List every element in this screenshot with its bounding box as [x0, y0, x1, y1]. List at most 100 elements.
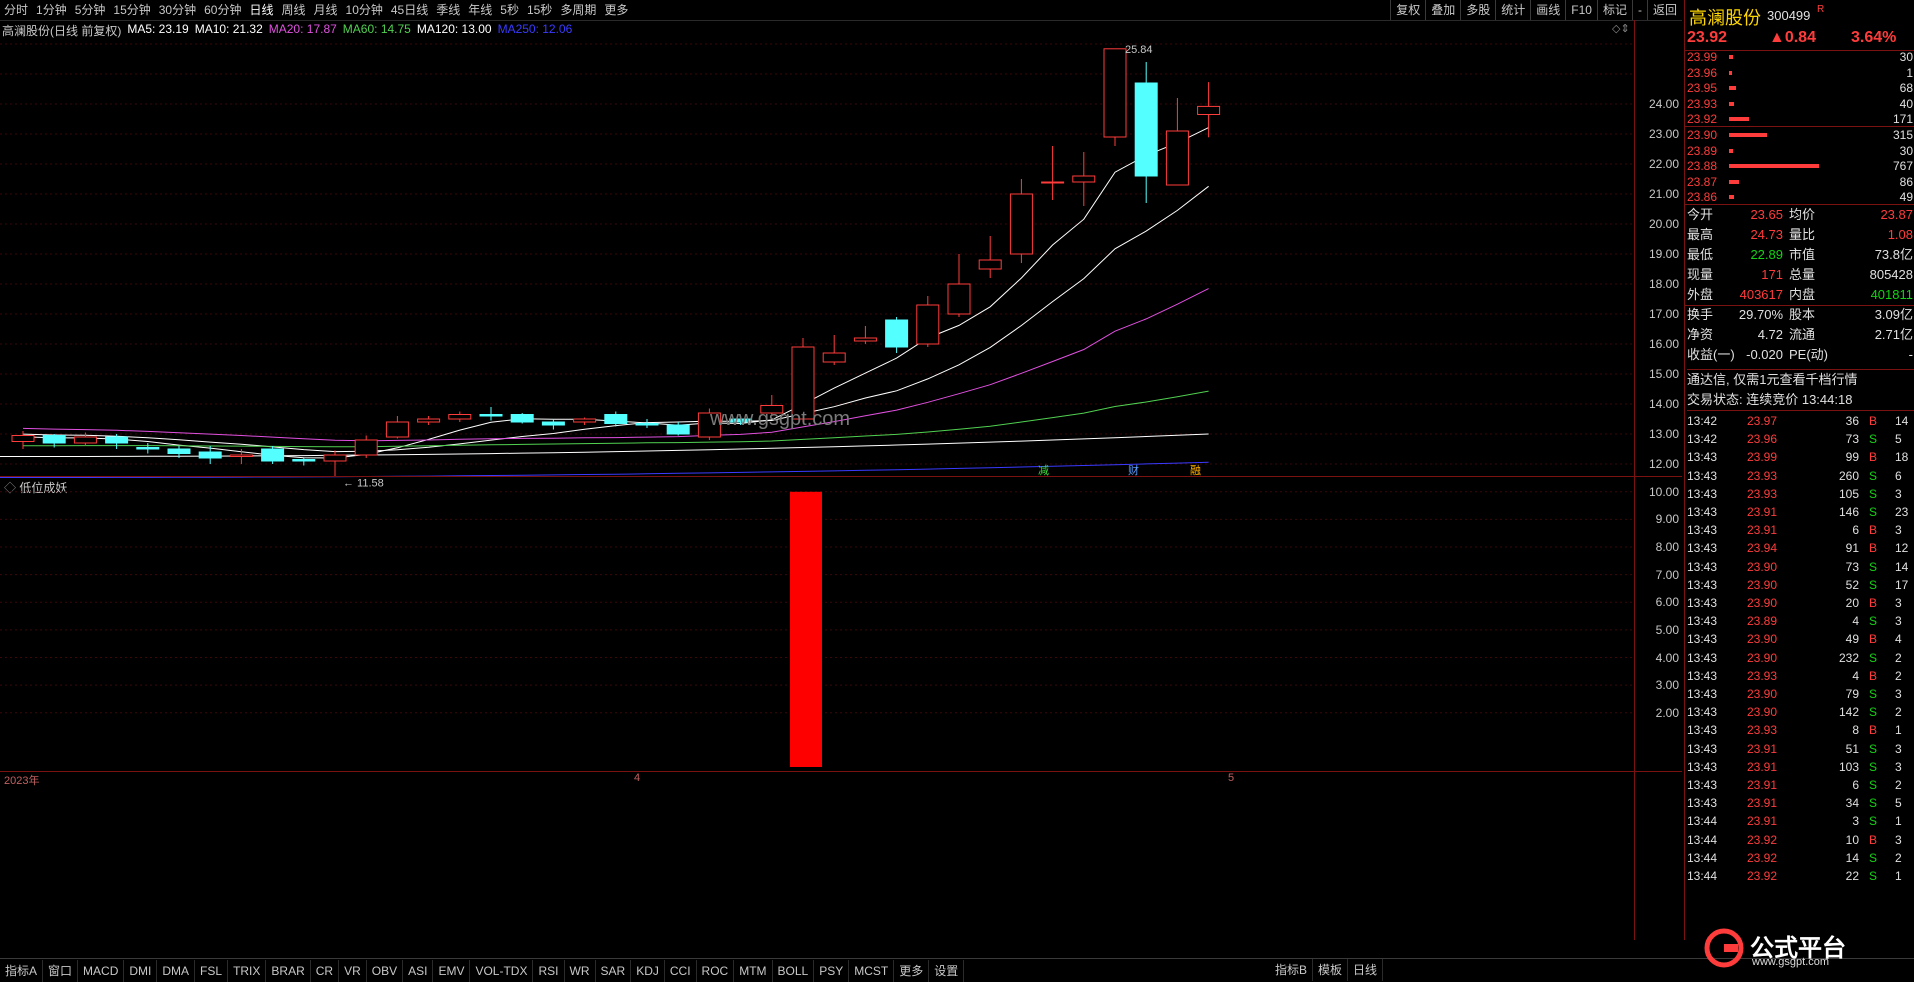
indicator-tab[interactable]: MTM: [734, 959, 773, 982]
tool-button[interactable]: 标记: [1596, 0, 1632, 20]
period-tab[interactable]: 60分钟: [200, 0, 245, 20]
indicator-tab[interactable]: VR: [339, 959, 367, 982]
tick-side: S: [1869, 778, 1878, 792]
tool-button[interactable]: 复权: [1390, 0, 1425, 20]
candle-body[interactable]: [354, 439, 378, 456]
candle-body[interactable]: [604, 414, 628, 424]
candle-body[interactable]: [261, 448, 285, 462]
candle-body[interactable]: [573, 418, 597, 423]
indicator-tab[interactable]: 更多: [894, 959, 930, 982]
indicator-tab[interactable]: 指标A: [0, 959, 44, 982]
period-tab[interactable]: 季线: [432, 0, 464, 20]
indicator-bar[interactable]: [790, 491, 822, 767]
candle-body[interactable]: [947, 283, 971, 315]
candle-body[interactable]: [1134, 82, 1158, 177]
candle-body[interactable]: [479, 414, 503, 417]
period-tab[interactable]: 年线: [464, 0, 496, 20]
candle-body[interactable]: [978, 259, 1002, 270]
tool-button[interactable]: 统计: [1495, 0, 1530, 20]
indicator-tab[interactable]: 窗口: [43, 959, 79, 982]
indicator-tab[interactable]: EMV: [433, 959, 471, 982]
indicator-tab[interactable]: MACD: [78, 959, 125, 982]
indicator-tab[interactable]: WR: [565, 959, 596, 982]
candle-body[interactable]: [1165, 130, 1189, 186]
stock-name[interactable]: 高澜股份: [1689, 4, 1761, 30]
period-tab[interactable]: 周线: [277, 0, 309, 20]
candle-body[interactable]: [822, 352, 846, 363]
candle-body[interactable]: [853, 337, 877, 342]
indicator-tab[interactable]: VOL-TDX: [470, 959, 534, 982]
candle-body[interactable]: [323, 454, 347, 462]
indicator-tab[interactable]: ROC: [697, 959, 735, 982]
candle-body[interactable]: [1072, 175, 1096, 183]
indicator-tab[interactable]: DMA: [157, 959, 196, 982]
candle-body[interactable]: [1197, 105, 1221, 116]
indicator-tab[interactable]: OBV: [367, 959, 404, 982]
candle-body[interactable]: [385, 421, 409, 438]
tool-button[interactable]: 画线: [1530, 0, 1565, 20]
candle-body[interactable]: [635, 423, 659, 426]
candle-body[interactable]: [448, 414, 472, 420]
candle-body[interactable]: [105, 436, 129, 444]
candle-body[interactable]: [1009, 193, 1033, 255]
indicator-tab[interactable]: RSI: [533, 959, 565, 982]
candle-body[interactable]: [1041, 181, 1065, 184]
period-tab[interactable]: 月线: [310, 0, 342, 20]
candle-body[interactable]: [136, 447, 160, 450]
indicator-tab[interactable]: CR: [311, 959, 340, 982]
indicator-tab[interactable]: PSY: [814, 959, 850, 982]
candle-body[interactable]: [198, 451, 222, 459]
candle-body[interactable]: [885, 319, 909, 348]
tick-time: 13:44: [1687, 869, 1718, 883]
indicator-tab[interactable]: CCI: [665, 959, 697, 982]
period-tab[interactable]: 15分钟: [109, 0, 154, 20]
candle-body[interactable]: [916, 304, 940, 345]
indicator-tab[interactable]: MCST: [849, 959, 895, 982]
period-tab[interactable]: 多周期: [556, 0, 600, 20]
candle-body[interactable]: [510, 414, 534, 423]
indicator-tab[interactable]: FSL: [195, 959, 229, 982]
period-tab[interactable]: 15秒: [523, 0, 556, 20]
bottom-control[interactable]: 指标B: [1270, 959, 1314, 981]
bottom-control[interactable]: 日线: [1348, 959, 1384, 981]
tool-button[interactable]: 返回: [1646, 0, 1682, 20]
indicator-tab[interactable]: 设置: [929, 959, 965, 982]
candle-body[interactable]: [666, 424, 690, 435]
promo-notice[interactable]: 通达信, 仅需1元查看千档行情: [1687, 369, 1914, 390]
indicator-tab[interactable]: BOLL: [773, 959, 815, 982]
bottom-control[interactable]: 模板: [1313, 959, 1349, 981]
candle-body[interactable]: [541, 421, 565, 426]
indicator-chart[interactable]: [0, 478, 1634, 768]
period-tab[interactable]: 分时: [0, 0, 32, 20]
tool-button[interactable]: 多股: [1460, 0, 1495, 20]
period-tab[interactable]: 日线: [245, 0, 277, 20]
candle-body[interactable]: [42, 435, 66, 444]
period-tab[interactable]: 更多: [600, 0, 632, 20]
event-mark[interactable]: 财: [1128, 463, 1139, 477]
candle-body[interactable]: [229, 454, 253, 457]
panel-divider[interactable]: [0, 476, 1682, 477]
indicator-tab[interactable]: ASI: [403, 959, 434, 982]
period-tab[interactable]: 1分钟: [32, 0, 71, 20]
tool-button[interactable]: 叠加: [1425, 0, 1460, 20]
indicator-tab[interactable]: TRIX: [228, 959, 267, 982]
tool-button[interactable]: F10: [1565, 0, 1597, 20]
candle-body[interactable]: [167, 448, 191, 454]
tool-button[interactable]: -: [1631, 0, 1647, 20]
kline-chart[interactable]: 25.84← 11.58www.gsgpt.com减财融: [0, 38, 1634, 488]
indicator-tab[interactable]: KDJ: [631, 959, 665, 982]
period-tab[interactable]: 45日线: [387, 0, 432, 20]
period-tab[interactable]: 30分钟: [155, 0, 200, 20]
candle-body[interactable]: [292, 459, 316, 462]
period-tab[interactable]: 10分钟: [342, 0, 387, 20]
candle-body[interactable]: [417, 418, 441, 423]
period-tab[interactable]: 5秒: [496, 0, 523, 20]
indicator-tab[interactable]: BRAR: [266, 959, 311, 982]
candle-body[interactable]: [1103, 48, 1127, 138]
period-tab[interactable]: 5分钟: [71, 0, 110, 20]
indicator-tab[interactable]: DMI: [124, 959, 158, 982]
candle-body[interactable]: [11, 435, 35, 442]
candle-body[interactable]: [73, 436, 97, 444]
indicator-tab[interactable]: SAR: [596, 959, 632, 982]
scroll-icon[interactable]: ⇕: [1620, 23, 1629, 35]
